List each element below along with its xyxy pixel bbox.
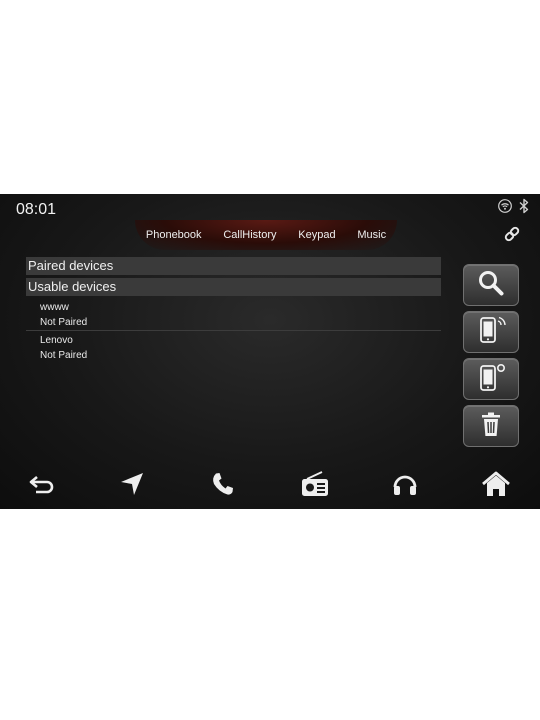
tab-callhistory[interactable]: CallHistory [219, 229, 280, 241]
navigation-button[interactable] [112, 466, 152, 506]
back-icon [28, 472, 56, 501]
tab-bar: Phonebook CallHistory Keypad Music [135, 220, 397, 250]
phone-settings-icon [474, 362, 508, 397]
tab-music[interactable]: Music [353, 229, 390, 241]
clock: 08:01 [16, 201, 57, 218]
back-button[interactable] [22, 466, 62, 506]
radio-icon [300, 470, 330, 503]
status-icons [498, 198, 530, 214]
trash-icon [478, 410, 504, 443]
device-name: Lenovo [40, 335, 73, 346]
device-item-wwww[interactable]: wwww Not Paired [26, 302, 441, 332]
music-button[interactable] [385, 466, 425, 506]
home-icon [481, 470, 511, 503]
usable-devices-header[interactable]: Usable devices [26, 278, 441, 296]
device-status: Not Paired [40, 350, 88, 361]
phone-settings-button[interactable] [463, 358, 519, 400]
paired-devices-header[interactable]: Paired devices [26, 257, 441, 275]
head-unit-screen: 08:01 Phonebook CallHistory Keypad Music… [0, 194, 540, 509]
tab-phonebook[interactable]: Phonebook [142, 229, 206, 241]
search-button[interactable] [463, 264, 519, 306]
phone-connect-icon [474, 315, 508, 350]
radio-button[interactable] [295, 466, 335, 506]
bottom-nav [0, 466, 540, 506]
delete-button[interactable] [463, 405, 519, 447]
phone-button[interactable] [203, 466, 243, 506]
device-status: Not Paired [40, 317, 88, 328]
divider [26, 330, 441, 331]
bluetooth-icon [518, 198, 530, 214]
search-icon [477, 269, 505, 302]
phone-icon [210, 471, 236, 502]
device-name: wwww [40, 302, 69, 313]
tab-keypad[interactable]: Keypad [294, 229, 339, 241]
headphones-icon [391, 470, 419, 503]
device-item-lenovo[interactable]: Lenovo Not Paired [26, 335, 441, 365]
connect-phone-button[interactable] [463, 311, 519, 353]
navigation-icon [118, 470, 146, 503]
home-button[interactable] [476, 466, 516, 506]
wifi-icon [498, 199, 512, 213]
link-icon[interactable] [502, 224, 522, 244]
